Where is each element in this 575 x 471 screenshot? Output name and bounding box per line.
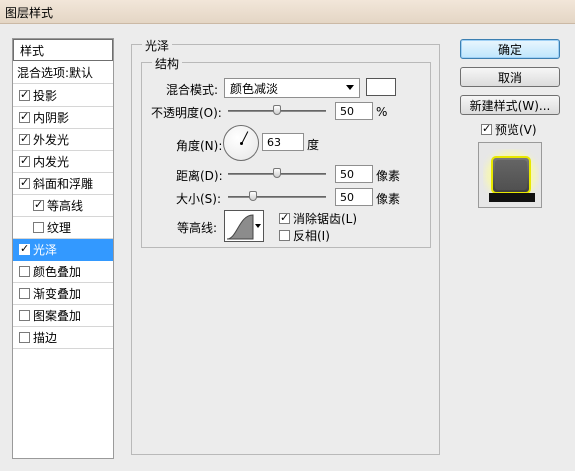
angle-label: 角度(N): xyxy=(176,139,223,153)
preview-label: 预览(V) xyxy=(495,123,537,137)
style-item-checkbox[interactable] xyxy=(19,88,30,101)
antialias-label: 消除锯齿(L) xyxy=(293,212,358,226)
style-item[interactable]: 外发光 xyxy=(13,129,113,151)
blend-mode-value: 颜色减淡 xyxy=(230,81,279,96)
distance-value: 50 xyxy=(340,167,354,181)
blend-color-swatch[interactable] xyxy=(366,78,396,96)
title-bar[interactable]: 图层样式 xyxy=(0,0,575,24)
style-item-label: 纹理 xyxy=(47,221,72,235)
style-item-checkbox[interactable] xyxy=(33,222,44,233)
size-slider-track[interactable] xyxy=(228,196,326,198)
styles-header[interactable]: 样式 xyxy=(13,39,113,61)
style-item-checkbox[interactable] xyxy=(19,310,30,321)
style-item[interactable]: 内发光 xyxy=(13,151,113,173)
ok-button[interactable]: 确定 xyxy=(460,39,560,59)
style-item-checkbox[interactable] xyxy=(19,266,30,277)
ok-button-label: 确定 xyxy=(497,42,522,57)
style-item[interactable]: 等高线 xyxy=(13,195,113,217)
window-title: 图层样式 xyxy=(5,6,54,20)
opacity-label: 不透明度(O): xyxy=(151,106,222,120)
style-item-checkbox[interactable] xyxy=(19,242,30,255)
style-item[interactable]: 渐变叠加 xyxy=(13,283,113,305)
size-unit: 像素 xyxy=(376,192,401,206)
style-item-label: 外发光 xyxy=(33,133,70,147)
style-item-label: 内发光 xyxy=(33,155,70,169)
blend-mode-select[interactable]: 颜色减淡 xyxy=(224,78,360,98)
style-item[interactable]: 投影 xyxy=(13,85,113,107)
antialias-checkbox-box[interactable] xyxy=(279,211,290,224)
style-item[interactable]: 描边 xyxy=(13,327,113,349)
styles-header-label: 样式 xyxy=(20,43,45,58)
size-label: 大小(S): xyxy=(176,192,222,206)
preview-checkbox[interactable]: 预览(V) xyxy=(481,121,537,138)
opacity-input[interactable]: 50 xyxy=(335,102,373,120)
distance-input[interactable]: 50 xyxy=(335,165,373,183)
cancel-button[interactable]: 取消 xyxy=(460,67,560,87)
distance-label: 距离(D): xyxy=(176,169,223,183)
style-item-checkbox[interactable] xyxy=(33,198,44,211)
style-item-label: 描边 xyxy=(33,331,58,345)
new-style-button-label: 新建样式(W)... xyxy=(469,98,551,113)
style-item-label: 投影 xyxy=(33,89,58,103)
style-item-label: 等高线 xyxy=(47,199,84,213)
satin-group-title: 光泽 xyxy=(142,37,173,54)
new-style-button[interactable]: 新建样式(W)... xyxy=(460,95,560,115)
style-item[interactable]: 颜色叠加 xyxy=(13,261,113,283)
structure-group-title: 结构 xyxy=(152,55,183,72)
preview-swatch-icon xyxy=(483,149,539,202)
opacity-slider-thumb[interactable] xyxy=(273,105,281,115)
size-input[interactable]: 50 xyxy=(335,188,373,206)
distance-unit: 像素 xyxy=(376,169,401,183)
style-item-checkbox[interactable] xyxy=(19,132,30,145)
blend-options-item[interactable]: 混合选项:默认 xyxy=(13,62,113,84)
cancel-button-label: 取消 xyxy=(497,70,522,85)
style-item-label: 图案叠加 xyxy=(33,309,82,323)
style-item[interactable]: 光泽 xyxy=(13,239,113,261)
angle-value: 63 xyxy=(267,135,281,149)
blend-options-label: 混合选项:默认 xyxy=(17,66,94,80)
style-preview-thumbnail xyxy=(478,142,542,208)
layer-style-dialog: 图层样式 样式 混合选项:默认 投影内阴影外发光内发光斜面和浮雕等高线纹理光泽颜… xyxy=(0,0,575,471)
preview-checkbox-box[interactable] xyxy=(481,122,492,135)
style-item[interactable]: 内阴影 xyxy=(13,107,113,129)
style-item-checkbox[interactable] xyxy=(19,176,30,189)
angle-input[interactable]: 63 xyxy=(262,133,304,151)
style-item-label: 内阴影 xyxy=(33,111,70,125)
contour-curve-icon xyxy=(226,214,254,240)
size-value: 50 xyxy=(340,190,354,204)
style-item-label: 颜色叠加 xyxy=(33,265,82,279)
invert-checkbox[interactable]: 反相(I) xyxy=(279,227,330,244)
style-item[interactable]: 纹理 xyxy=(13,217,113,239)
distance-slider-thumb[interactable] xyxy=(273,168,281,178)
contour-label: 等高线: xyxy=(177,221,218,235)
style-item-label: 斜面和浮雕 xyxy=(33,177,94,191)
style-item[interactable]: 斜面和浮雕 xyxy=(13,173,113,195)
blend-mode-label: 混合模式: xyxy=(166,83,219,97)
style-item-checkbox[interactable] xyxy=(19,110,30,123)
invert-label: 反相(I) xyxy=(293,229,330,243)
size-slider-thumb[interactable] xyxy=(248,191,257,201)
opacity-unit: % xyxy=(376,105,388,119)
opacity-value: 50 xyxy=(340,104,354,118)
contour-picker[interactable] xyxy=(224,210,264,242)
invert-checkbox-box[interactable] xyxy=(279,230,290,241)
style-item-label: 渐变叠加 xyxy=(33,287,82,301)
chevron-down-icon xyxy=(346,85,354,90)
angle-dial-center xyxy=(240,142,243,145)
style-item-checkbox[interactable] xyxy=(19,154,30,167)
styles-list: 样式 混合选项:默认 投影内阴影外发光内发光斜面和浮雕等高线纹理光泽颜色叠加渐变… xyxy=(12,38,114,459)
style-item[interactable]: 图案叠加 xyxy=(13,305,113,327)
angle-unit: 度 xyxy=(307,138,320,152)
chevron-down-icon xyxy=(255,224,261,228)
style-item-label: 光泽 xyxy=(33,243,58,257)
antialias-checkbox[interactable]: 消除锯齿(L) xyxy=(279,210,357,227)
style-item-checkbox[interactable] xyxy=(19,332,30,343)
style-item-checkbox[interactable] xyxy=(19,288,30,299)
angle-dial[interactable] xyxy=(223,125,259,161)
